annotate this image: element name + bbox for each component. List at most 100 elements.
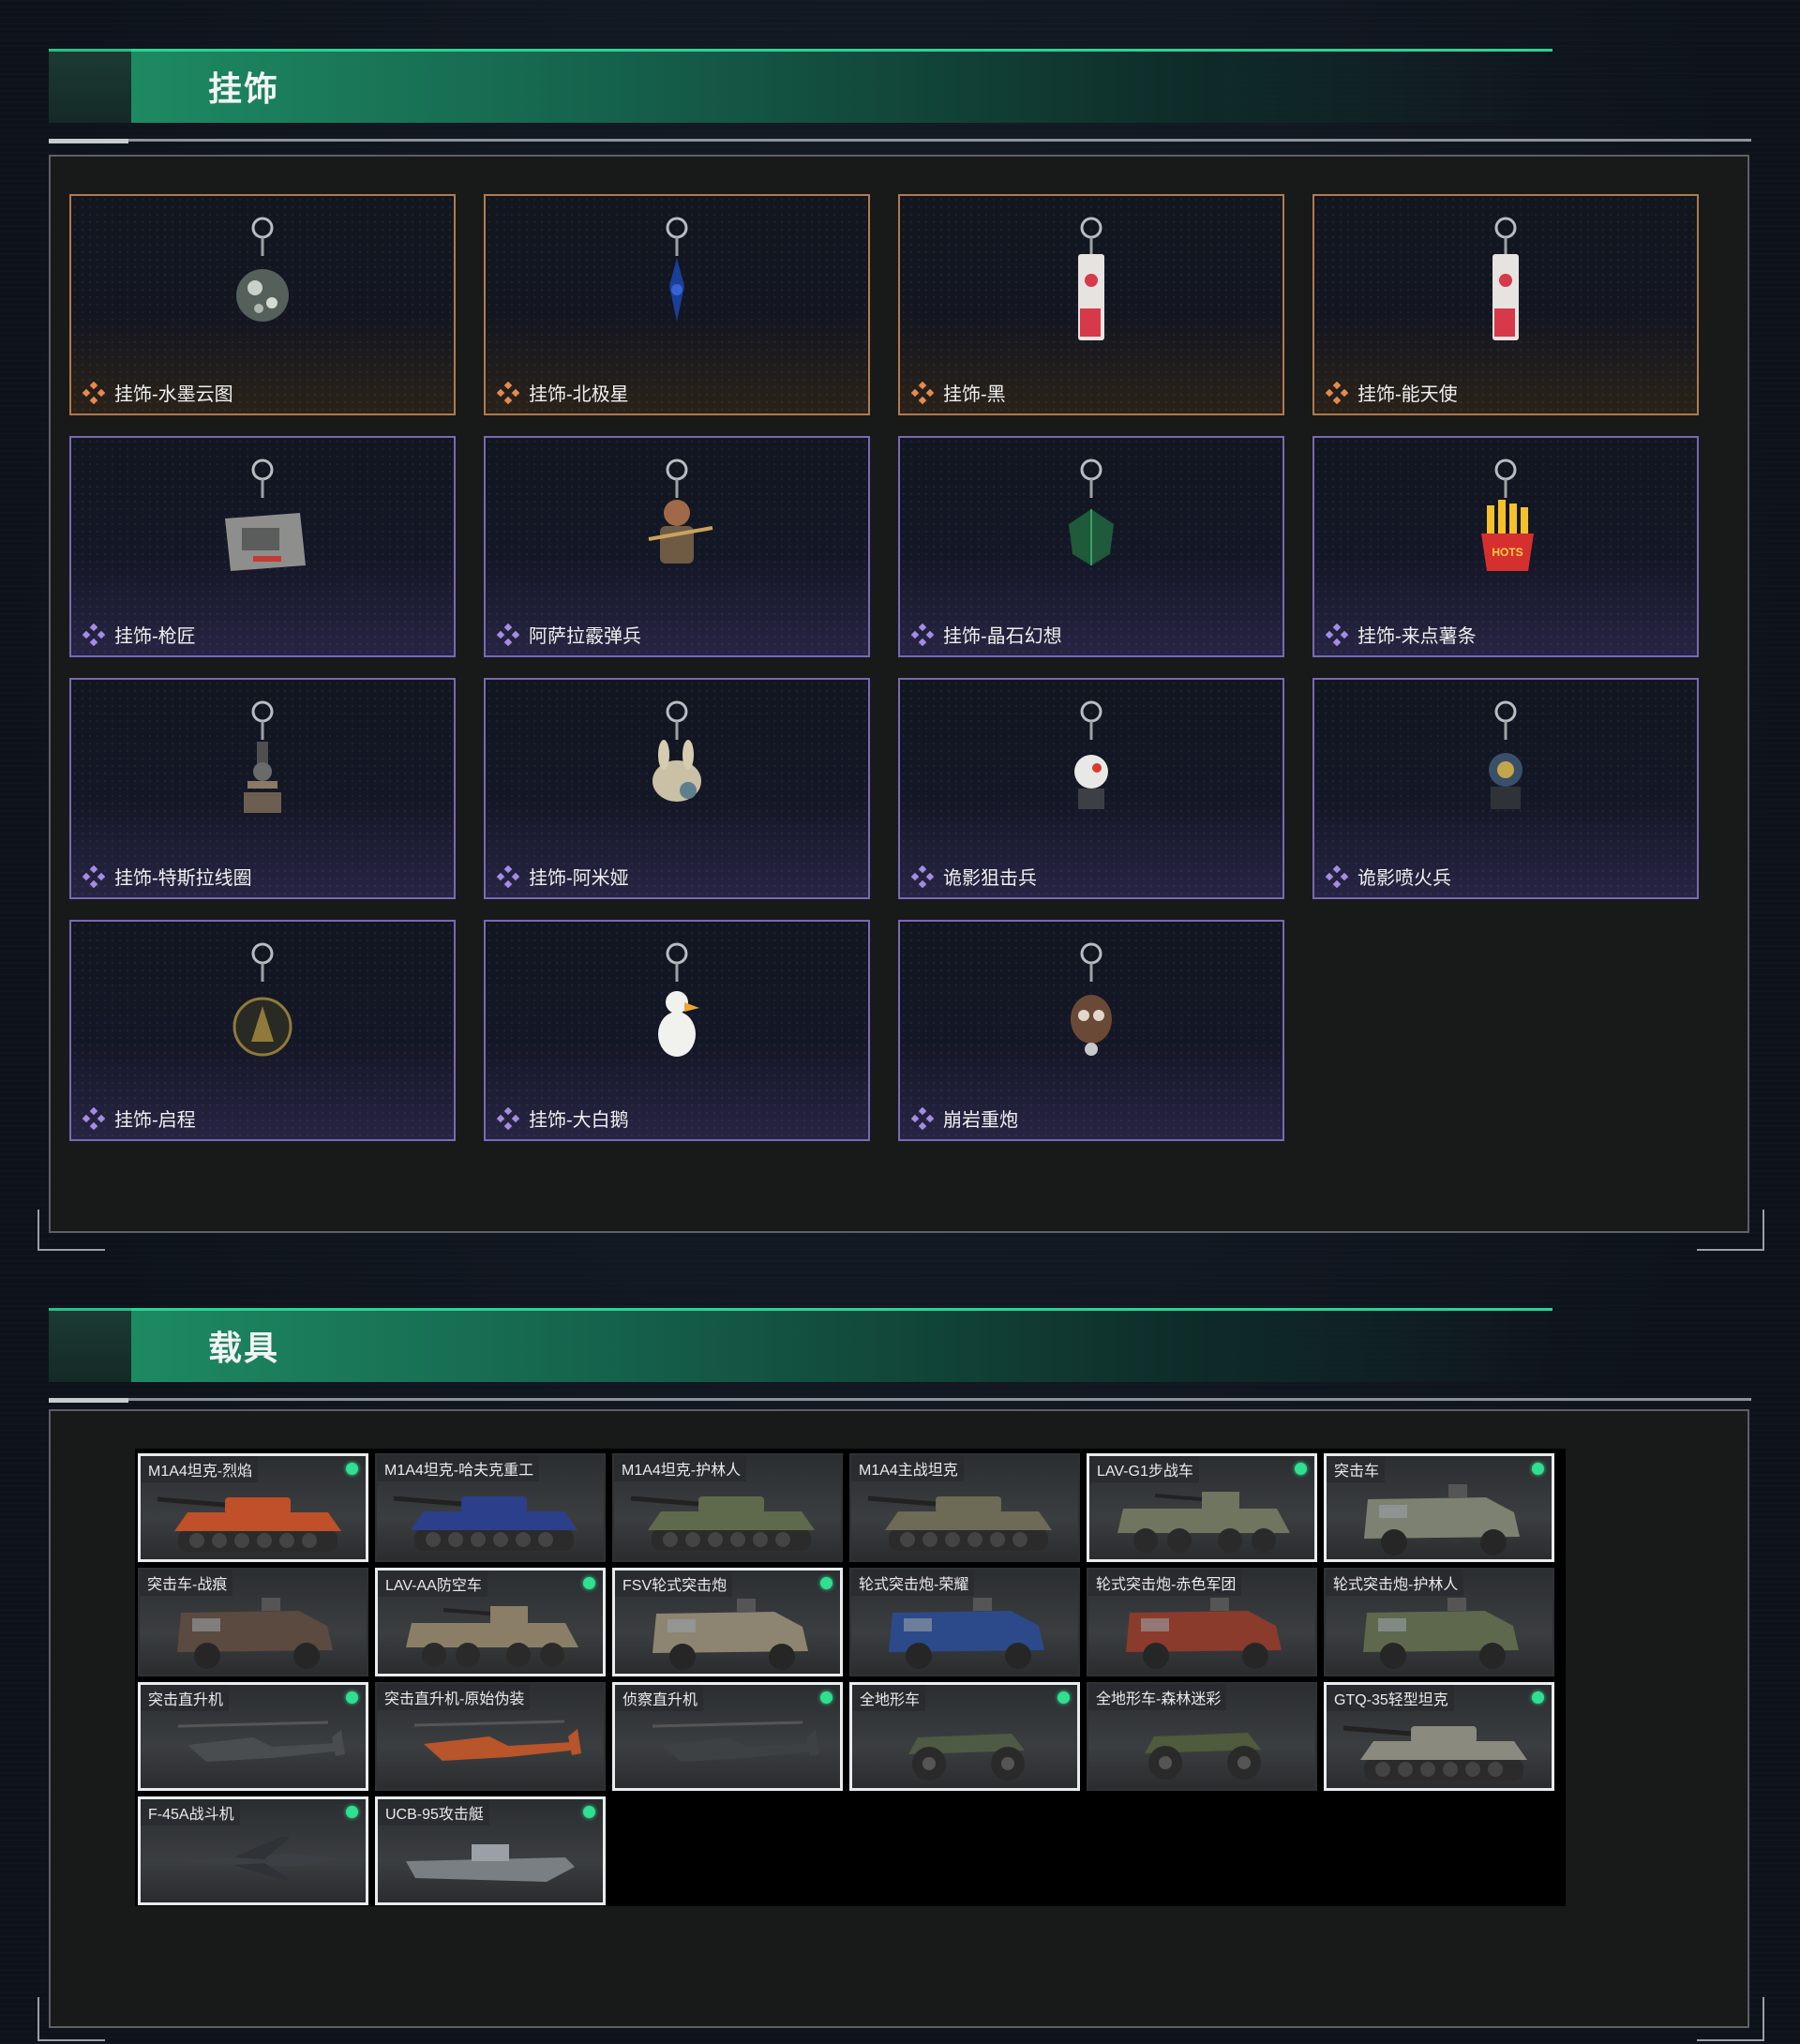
owned-indicator-icon xyxy=(820,1577,832,1589)
panel-corner xyxy=(38,1997,105,2041)
vehicle-card[interactable]: 全地形车 xyxy=(849,1682,1080,1791)
pendant-name: 挂饰-启程 xyxy=(114,1110,196,1131)
pendant-card[interactable]: 挂饰-晶石幻想 xyxy=(898,436,1284,657)
vehicle-name: M1A4主战坦克 xyxy=(851,1455,964,1481)
pendants-panel: 挂饰-水墨云图 挂饰-北极星 挂饰-黑 挂饰-能天使挂饰-枪匠 阿萨拉霰弹兵 挂饰-晶石幻… xyxy=(49,155,1749,1233)
owned-indicator-icon xyxy=(820,1691,832,1704)
vehicle-card[interactable]: 突击直升机-原始伪装 xyxy=(375,1682,606,1791)
owned-indicator-icon xyxy=(346,1806,358,1818)
vehicle-name: 突击直升机 xyxy=(141,1685,230,1711)
header-left-block xyxy=(49,1308,131,1382)
panel-corner xyxy=(1697,1997,1764,2041)
owned-indicator-icon xyxy=(346,1463,358,1475)
vehicle-card[interactable]: F-45A战斗机 xyxy=(138,1796,368,1905)
vehicle-name: FSV轮式突击炮 xyxy=(615,1571,733,1597)
vehicle-card[interactable]: 侦察直升机 xyxy=(612,1682,843,1791)
pendant-card[interactable]: 挂饰-特斯拉线圈 xyxy=(69,678,456,899)
vehicle-name: 全地形车 xyxy=(852,1685,926,1711)
vehicle-card[interactable]: 轮式突击炮-护林人 xyxy=(1324,1568,1554,1676)
pendant-card[interactable]: 阿萨拉霰弹兵 xyxy=(484,436,870,657)
section-title: 挂饰 xyxy=(208,69,280,108)
header-bar xyxy=(131,49,1552,123)
rarity-icon xyxy=(910,1106,935,1131)
rarity-icon xyxy=(496,864,520,889)
pendant-name: 挂饰-大白鹅 xyxy=(529,1110,629,1131)
rarity-icon xyxy=(82,1106,106,1131)
vehicle-name: 突击直升机-原始伪装 xyxy=(377,1684,531,1710)
tag-charm-icon xyxy=(1314,211,1697,361)
pendant-card[interactable]: 诡影狙击兵 xyxy=(898,678,1284,899)
pendant-name: 挂饰-能天使 xyxy=(1358,384,1458,405)
svg-text:HOTS: HOTS xyxy=(1492,546,1522,559)
header-underline xyxy=(49,1398,1751,1401)
pendant-card[interactable]: HOTS 挂饰-来点薯条 xyxy=(1312,436,1699,657)
vehicle-name: M1A4坦克-哈夫克重工 xyxy=(377,1455,540,1481)
header-bar xyxy=(131,1308,1552,1382)
pendant-card[interactable]: 挂饰-枪匠 xyxy=(69,436,456,657)
vehicle-card[interactable]: M1A4坦克-哈夫克重工 xyxy=(375,1453,606,1562)
vehicle-card[interactable]: 突击车-战痕 xyxy=(138,1568,368,1676)
pendant-name: 诡影狙击兵 xyxy=(943,868,1037,889)
pendant-card[interactable]: 挂饰-阿米娅 xyxy=(484,678,870,899)
sniper-charm-icon xyxy=(900,695,1282,845)
vehicle-name: UCB-95攻击艇 xyxy=(378,1799,489,1826)
pendant-name: 崩岩重炮 xyxy=(943,1110,1018,1131)
medal-charm-icon xyxy=(71,937,454,1087)
gunner-charm-icon xyxy=(900,937,1282,1087)
pendant-card[interactable]: 挂饰-启程 xyxy=(69,920,456,1141)
pendant-name: 挂饰-特斯拉线圈 xyxy=(114,868,252,889)
pendant-card[interactable]: 挂饰-北极星 xyxy=(484,194,870,415)
rarity-icon xyxy=(496,381,520,405)
owned-indicator-icon xyxy=(1532,1691,1544,1704)
goose-charm-icon xyxy=(486,937,868,1087)
pendant-card[interactable]: 挂饰-水墨云图 xyxy=(69,194,456,415)
rarity-icon xyxy=(496,623,520,647)
vehicle-card[interactable]: 突击车 xyxy=(1324,1453,1554,1562)
vehicle-card[interactable]: M1A4坦克-烈焰 xyxy=(138,1453,368,1562)
vehicle-card[interactable]: UCB-95攻击艇 xyxy=(375,1796,606,1905)
vehicle-name: LAV-AA防空车 xyxy=(378,1571,488,1597)
rarity-icon xyxy=(82,623,106,647)
rarity-icon xyxy=(496,1106,520,1131)
soldier-charm-icon xyxy=(486,453,868,603)
pendants-section-header: 挂饰 xyxy=(49,49,1751,143)
bunny-charm-icon xyxy=(486,695,868,845)
vehicle-card[interactable]: LAV-AA防空车 xyxy=(375,1568,606,1676)
pendant-card[interactable]: 挂饰-黑 xyxy=(898,194,1284,415)
header-underline-accent xyxy=(49,139,128,143)
flamer-charm-icon xyxy=(1314,695,1697,845)
vehicle-card[interactable]: LAV-G1步战车 xyxy=(1087,1453,1317,1562)
pendant-card[interactable]: 崩岩重炮 xyxy=(898,920,1284,1141)
vehicle-card[interactable]: M1A4主战坦克 xyxy=(849,1453,1080,1562)
pendant-name: 挂饰-北极星 xyxy=(529,384,629,405)
header-left-block xyxy=(49,49,131,123)
vehicle-name: M1A4坦克-烈焰 xyxy=(141,1456,259,1482)
pendant-name: 诡影喷火兵 xyxy=(1358,868,1451,889)
pendant-name: 挂饰-枪匠 xyxy=(114,626,196,647)
pendant-name: 挂饰-来点薯条 xyxy=(1358,626,1477,647)
coil-charm-icon xyxy=(71,695,454,845)
pendant-card[interactable]: 挂饰-大白鹅 xyxy=(484,920,870,1141)
vehicle-name: 轮式突击炮-赤色军团 xyxy=(1088,1570,1242,1596)
vehicle-card[interactable]: GTQ-35轻型坦克 xyxy=(1324,1682,1554,1791)
section-title: 载具 xyxy=(208,1329,280,1367)
panel-corner xyxy=(1697,1210,1764,1251)
vehicle-name: 轮式突击炮-护林人 xyxy=(1326,1570,1464,1596)
owned-indicator-icon xyxy=(346,1691,358,1704)
vehicle-card[interactable]: 轮式突击炮-赤色军团 xyxy=(1087,1568,1317,1676)
owned-indicator-icon xyxy=(1532,1463,1544,1475)
vehicle-card[interactable]: 全地形车-森林迷彩 xyxy=(1087,1682,1317,1791)
vehicle-name: 轮式突击炮-荣耀 xyxy=(851,1570,975,1596)
box-charm-icon xyxy=(71,453,454,603)
vehicle-card[interactable]: FSV轮式突击炮 xyxy=(612,1568,843,1676)
ball-charm-icon xyxy=(71,211,454,361)
star-charm-icon xyxy=(486,211,868,361)
vehicle-card[interactable]: 突击直升机 xyxy=(138,1682,368,1791)
rarity-icon xyxy=(1325,864,1349,889)
vehicle-card[interactable]: 轮式突击炮-荣耀 xyxy=(849,1568,1080,1676)
pendant-card[interactable]: 挂饰-能天使 xyxy=(1312,194,1699,415)
vehicle-name: 突击车-战痕 xyxy=(140,1570,233,1596)
pendant-card[interactable]: 诡影喷火兵 xyxy=(1312,678,1699,899)
vehicle-card[interactable]: M1A4坦克-护林人 xyxy=(612,1453,843,1562)
pendant-name: 挂饰-阿米娅 xyxy=(529,868,629,889)
